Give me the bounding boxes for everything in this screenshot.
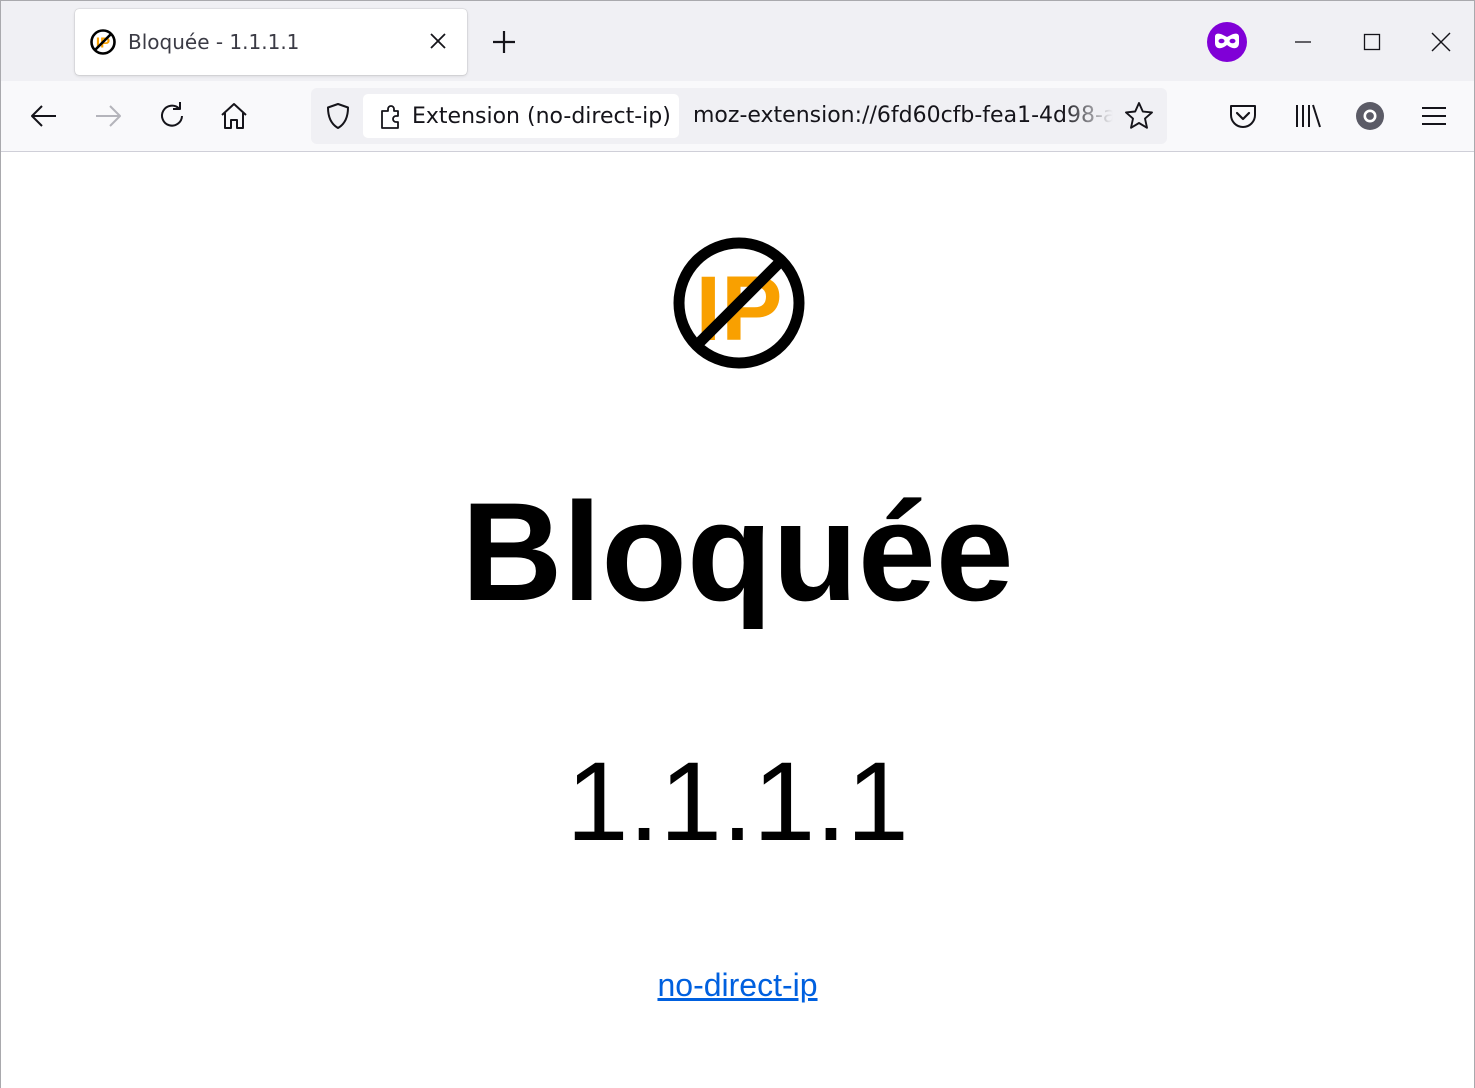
page-content: IP Bloquée 1.1.1.1 no-direct-ip <box>1 152 1474 1088</box>
url-bar[interactable]: Extension (no-direct-ip) moz-extension:/… <box>311 88 1167 144</box>
tab-active[interactable]: IP Bloquée - 1.1.1.1 <box>75 9 467 75</box>
close-tab-icon[interactable] <box>425 28 451 54</box>
no-ip-favicon-icon: IP <box>90 29 116 55</box>
hamburger-menu-icon[interactable] <box>1417 99 1451 133</box>
new-tab-plus-icon[interactable] <box>488 26 520 58</box>
forward-arrow-icon[interactable] <box>91 99 125 133</box>
pocket-icon[interactable] <box>1226 99 1260 133</box>
no-ip-logo-icon: IP <box>673 237 805 369</box>
tab-title: Bloquée - 1.1.1.1 <box>128 30 300 54</box>
bookmark-star-icon[interactable] <box>1123 100 1155 132</box>
extension-link[interactable]: no-direct-ip <box>657 967 817 1003</box>
home-icon[interactable] <box>217 99 251 133</box>
private-browsing-icon <box>1207 22 1247 62</box>
extension-link-wrapper: no-direct-ip <box>1 967 1474 1004</box>
tab-strip: IP Bloquée - 1.1.1.1 <box>1 1 1474 81</box>
blocked-ip: 1.1.1.1 <box>566 739 909 864</box>
page-heading: Bloquée <box>461 473 1014 630</box>
identity-label: Extension (no-direct-ip) <box>412 104 671 129</box>
library-icon[interactable] <box>1291 99 1325 133</box>
extension-puzzle-icon <box>381 105 399 129</box>
back-arrow-icon[interactable] <box>27 99 61 133</box>
close-window-icon[interactable] <box>1425 26 1457 58</box>
tracking-protection-shield-icon[interactable] <box>323 101 353 131</box>
browser-window: IP Bloquée - 1.1.1.1 <box>0 0 1475 1088</box>
minimize-icon[interactable] <box>1287 26 1319 58</box>
reload-icon[interactable] <box>155 99 189 133</box>
account-avatar-icon[interactable] <box>1353 99 1387 133</box>
url-text[interactable]: moz-extension://6fd60cfb-fea1-4d98-a <box>693 103 1113 128</box>
maximize-icon[interactable] <box>1356 26 1388 58</box>
navigation-toolbar: Extension (no-direct-ip) moz-extension:/… <box>1 81 1474 152</box>
identity-box[interactable]: Extension (no-direct-ip) <box>363 94 679 138</box>
